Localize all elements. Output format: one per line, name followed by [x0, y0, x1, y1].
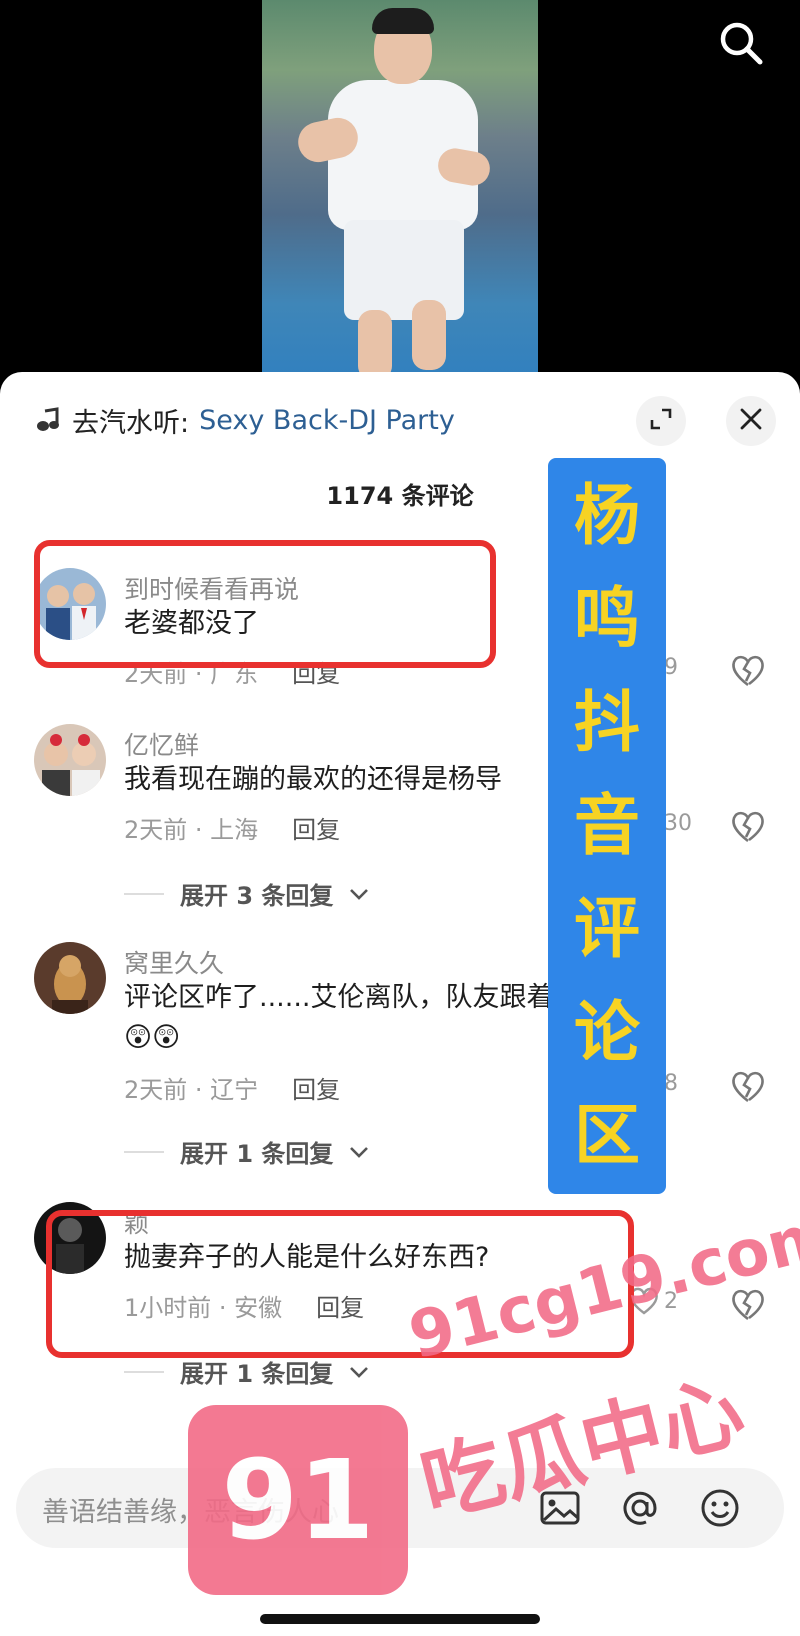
banner-char: 论	[574, 993, 640, 1071]
chevron-down-icon	[350, 888, 369, 900]
search-icon[interactable]	[716, 18, 766, 68]
reply-button[interactable]: 回复	[292, 1070, 340, 1105]
divider	[124, 1150, 164, 1153]
reply-button[interactable]: 回复	[292, 810, 340, 845]
expand-replies-label: 展开 1 条回复	[180, 1140, 334, 1168]
video-person-leg	[358, 310, 392, 380]
broken-heart-icon[interactable]	[730, 1070, 766, 1106]
chevron-down-icon	[350, 1146, 369, 1158]
comment-meta: 2天前 · 辽宁 回复	[124, 1070, 340, 1105]
video-person-leg	[412, 300, 446, 370]
banner-char: 抖	[574, 683, 640, 761]
like-count: 30	[664, 810, 692, 836]
expand-replies-button[interactable]: 展开 3 条回复	[124, 876, 369, 911]
expand-button[interactable]	[636, 396, 686, 446]
comment-author[interactable]: 亿忆鲜	[124, 726, 199, 762]
comment-author[interactable]: 窝里久久	[124, 944, 224, 980]
music-label: 去汽水听:	[72, 407, 190, 439]
watermark-logo: 91	[188, 1405, 408, 1595]
video-frame	[262, 0, 538, 390]
music-song-title[interactable]: Sexy Back-DJ Party	[199, 405, 455, 436]
banner-char: 评	[574, 890, 640, 968]
comment-time-location: 2天前 · 上海	[124, 816, 259, 844]
chevron-down-icon	[350, 1366, 369, 1378]
like-count: 8	[664, 1070, 678, 1096]
banner-char: 音	[574, 786, 640, 864]
home-indicator	[260, 1614, 540, 1624]
caption-banner: 杨 鸣 抖 音 评 论 区	[548, 458, 666, 1194]
divider	[124, 892, 164, 895]
music-note-icon	[36, 407, 62, 433]
expand-icon	[649, 407, 673, 435]
music-link[interactable]: 去汽水听: Sexy Back-DJ Party	[36, 400, 455, 440]
close-icon	[739, 407, 763, 435]
avatar[interactable]	[34, 724, 106, 796]
emoji-icon[interactable]	[696, 1484, 744, 1532]
video-player[interactable]	[0, 0, 800, 390]
expand-replies-button[interactable]: 展开 1 条回复	[124, 1354, 369, 1389]
banner-char: 区	[574, 1097, 640, 1175]
avatar[interactable]	[34, 942, 106, 1014]
video-person-shorts	[344, 220, 464, 320]
like-count: 9	[664, 654, 678, 680]
expand-replies-label: 展开 3 条回复	[180, 882, 334, 910]
close-button[interactable]	[726, 396, 776, 446]
divider	[124, 1370, 164, 1373]
comment-meta: 2天前 · 上海 回复	[124, 810, 340, 845]
watermark-badge-text: 91	[221, 1436, 375, 1564]
comment-count-title: 1174 条评论	[326, 482, 474, 510]
highlight-box	[34, 540, 496, 668]
banner-char: 杨	[574, 476, 640, 554]
video-person-hair	[372, 8, 434, 34]
banner-char: 鸣	[574, 580, 640, 658]
broken-heart-icon[interactable]	[730, 654, 766, 690]
broken-heart-icon[interactable]	[730, 810, 766, 846]
expand-replies-button[interactable]: 展开 1 条回复	[124, 1134, 369, 1169]
expand-replies-label: 展开 1 条回复	[180, 1360, 334, 1388]
comment-time-location: 2天前 · 辽宁	[124, 1076, 259, 1104]
